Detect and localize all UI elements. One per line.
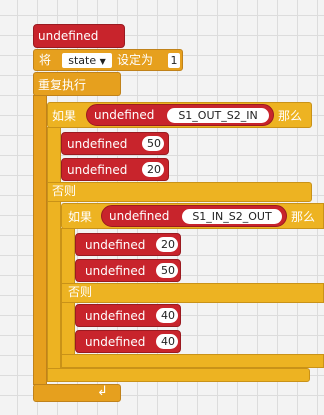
- if1-else-label: 否则: [52, 184, 77, 198]
- if1-then-block-1[interactable]: undefined 50: [61, 132, 169, 155]
- loop-arrow-icon: ↲: [97, 384, 108, 399]
- hat-block-label: undefined: [38, 29, 99, 43]
- if1-then-block-2[interactable]: undefined 20: [61, 158, 169, 181]
- if2-if-label: 如果: [68, 210, 93, 224]
- if2-then-label: 那么: [291, 210, 316, 224]
- blockly-workspace[interactable]: undefined 将 state ▼ 设定为 1 重复执行 ↲ 如果 unde…: [0, 0, 324, 415]
- repeat-forever-spine: [33, 95, 47, 385]
- hat-block[interactable]: undefined: [33, 24, 125, 48]
- if2-else-block-2-label: undefined: [85, 335, 146, 349]
- if1-then-label: 那么: [278, 109, 303, 123]
- if2-then-block-2-value[interactable]: 50: [156, 263, 178, 278]
- if2-end-bar: [61, 354, 324, 368]
- if2-else-block-1[interactable]: undefined 40: [75, 304, 181, 327]
- set-variable-block[interactable]: 将 state ▼ 设定为 1: [33, 49, 183, 71]
- variable-name: state: [68, 54, 97, 67]
- if-block-1-header[interactable]: 如果 undefined S1_OUT_S2_IN 那么: [47, 102, 312, 128]
- if1-then-block-1-label: undefined: [67, 137, 128, 151]
- if1-else-bar[interactable]: 否则: [47, 182, 312, 202]
- if2-then-block-1-value[interactable]: 20: [156, 237, 178, 252]
- if-block-2-header[interactable]: 如果 undefined S1_IN_S2_OUT 那么: [61, 203, 324, 229]
- repeat-forever-bottom[interactable]: ↲: [33, 384, 121, 402]
- if2-else-label: 否则: [68, 285, 93, 299]
- if1-then-block-2-label: undefined: [67, 163, 128, 177]
- repeat-forever-top[interactable]: 重复执行: [33, 72, 121, 96]
- if2-condition-label: undefined: [109, 209, 170, 223]
- if2-else-block-1-label: undefined: [85, 309, 146, 323]
- if1-condition-block[interactable]: undefined S1_OUT_S2_IN: [86, 104, 274, 126]
- if2-condition-value[interactable]: S1_IN_S2_OUT: [182, 209, 282, 224]
- variable-dropdown[interactable]: state ▼: [62, 53, 112, 68]
- if2-else-bar[interactable]: 否则: [61, 283, 324, 303]
- set-prefix-label: 将: [39, 53, 52, 67]
- if1-then-block-2-value[interactable]: 20: [142, 162, 164, 177]
- if2-then-block-1[interactable]: undefined 20: [75, 233, 181, 256]
- if2-else-block-1-value[interactable]: 40: [156, 308, 178, 323]
- if2-then-block-1-label: undefined: [85, 238, 146, 252]
- if2-else-block-2[interactable]: undefined 40: [75, 330, 181, 353]
- set-suffix-label: 设定为: [117, 53, 154, 67]
- if1-end-bar: [47, 368, 310, 382]
- if1-condition-label: undefined: [94, 108, 155, 122]
- if1-if-label: 如果: [52, 109, 77, 123]
- if2-condition-block[interactable]: undefined S1_IN_S2_OUT: [101, 205, 287, 227]
- if1-condition-value[interactable]: S1_OUT_S2_IN: [167, 108, 269, 123]
- dropdown-arrow-icon: ▼: [99, 57, 106, 66]
- if2-then-block-2-label: undefined: [85, 264, 146, 278]
- set-value-field[interactable]: 1: [168, 53, 180, 68]
- if2-else-block-2-value[interactable]: 40: [156, 334, 178, 349]
- if2-then-block-2[interactable]: undefined 50: [75, 259, 181, 282]
- if1-then-block-1-value[interactable]: 50: [142, 136, 164, 151]
- if-block-1-spine: [47, 127, 61, 375]
- repeat-forever-label: 重复执行: [38, 78, 87, 92]
